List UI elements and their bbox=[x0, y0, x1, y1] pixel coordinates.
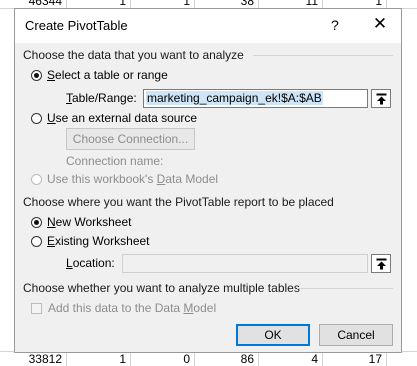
cell[interactable]: 17 bbox=[324, 352, 382, 366]
radio-existing-worksheet[interactable]: Existing Worksheet bbox=[31, 233, 150, 249]
radio-button-icon[interactable] bbox=[31, 112, 42, 124]
spreadsheet-row-bottom: 33812 1 0 86 4 17 bbox=[0, 352, 417, 366]
collapse-dialog-icon bbox=[376, 93, 386, 104]
cell[interactable]: 1 bbox=[68, 352, 126, 366]
radio-button-icon[interactable] bbox=[31, 235, 42, 247]
radio-use-external-source[interactable]: Use an external data source bbox=[31, 110, 197, 126]
connection-name-label: Connection name: bbox=[66, 154, 164, 168]
section-title-multiple-tables: Choose whether you want to analyze multi… bbox=[23, 281, 300, 295]
spreadsheet-row-top: 46344 1 1 38 11 1 bbox=[0, 0, 417, 8]
location-input[interactable] bbox=[122, 254, 368, 273]
table-range-collapse-button[interactable] bbox=[371, 89, 391, 108]
cell[interactable]: 46344 bbox=[4, 0, 62, 8]
section-title-data-source: Choose the data that you want to analyze bbox=[23, 48, 244, 62]
cell[interactable]: 0 bbox=[132, 352, 190, 366]
cell[interactable]: 86 bbox=[196, 352, 254, 366]
radio-label: New Worksheet bbox=[47, 215, 132, 229]
cell[interactable]: 4 bbox=[260, 352, 318, 366]
table-range-value: marketing_campaign_ek!$A:$AB bbox=[146, 91, 323, 105]
dialog-titlebar[interactable]: Create PivotTable ? ✕ bbox=[15, 9, 401, 43]
dialog-title: Create PivotTable bbox=[25, 18, 128, 33]
radio-label: Use this workbook's Data Model bbox=[47, 172, 219, 186]
create-pivottable-dialog: Create PivotTable ? ✕ Choose the data th… bbox=[14, 8, 402, 353]
location-collapse-button[interactable] bbox=[371, 254, 391, 273]
help-button[interactable]: ? bbox=[331, 17, 339, 33]
choose-connection-button[interactable]: Choose Connection... bbox=[66, 128, 195, 150]
table-range-label: Table/Range: bbox=[66, 91, 137, 105]
checkbox-add-to-data-model[interactable]: Add this data to the Data Model bbox=[31, 300, 216, 316]
cell[interactable]: 1 bbox=[324, 0, 382, 8]
close-button[interactable]: ✕ bbox=[369, 13, 391, 35]
cell[interactable]: 33812 bbox=[4, 352, 62, 366]
cell[interactable]: 38 bbox=[196, 0, 254, 8]
radio-label: Existing Worksheet bbox=[47, 234, 150, 248]
radio-select-table-or-range[interactable]: Select a table or range bbox=[31, 67, 168, 83]
radio-label: Use an external data source bbox=[47, 111, 198, 125]
radio-label: Select a table or range bbox=[47, 68, 168, 82]
cell[interactable]: 1 bbox=[132, 0, 190, 8]
radio-new-worksheet[interactable]: New Worksheet bbox=[31, 214, 131, 230]
cancel-button[interactable]: Cancel bbox=[319, 324, 393, 346]
cell[interactable]: 1 bbox=[68, 0, 126, 8]
section-title-placement: Choose where you want the PivotTable rep… bbox=[23, 195, 334, 209]
ok-button[interactable]: OK bbox=[236, 324, 310, 346]
checkbox-label: Add this data to the Data Model bbox=[48, 301, 217, 315]
location-label: Location: bbox=[66, 256, 115, 270]
section-divider bbox=[253, 55, 393, 56]
table-range-input[interactable]: marketing_campaign_ek!$A:$AB bbox=[143, 89, 368, 108]
radio-button-selected-icon[interactable] bbox=[31, 69, 42, 81]
radio-button-disabled-icon[interactable] bbox=[31, 173, 42, 185]
collapse-dialog-icon bbox=[376, 258, 386, 269]
cell[interactable]: 11 bbox=[260, 0, 318, 8]
radio-use-data-model[interactable]: Use this workbook's Data Model bbox=[31, 171, 218, 187]
section-divider bbox=[297, 288, 393, 289]
radio-button-selected-icon[interactable] bbox=[31, 216, 42, 228]
checkbox-disabled-icon[interactable] bbox=[31, 302, 42, 314]
